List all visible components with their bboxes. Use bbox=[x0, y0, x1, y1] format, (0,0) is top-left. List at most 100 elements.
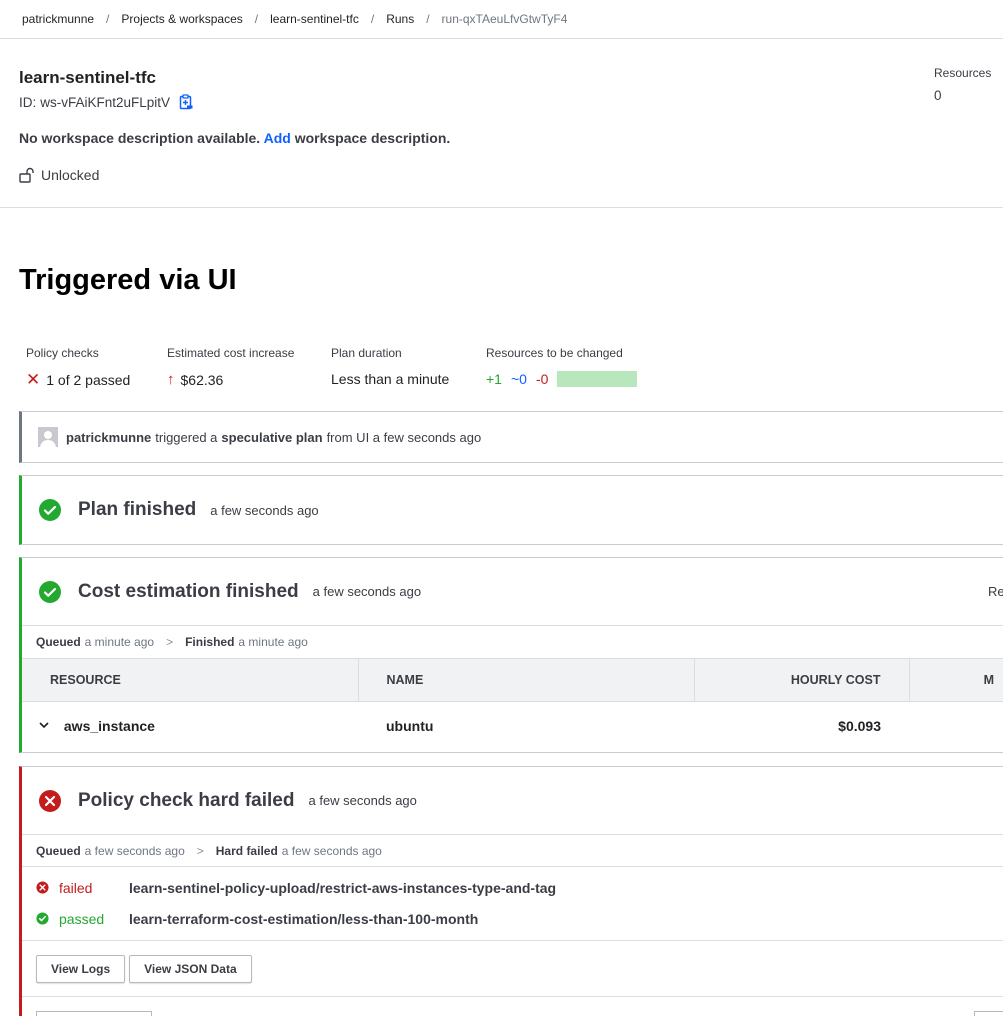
resources-changed-label: Resources to be changed bbox=[486, 346, 623, 360]
plan-time: a few seconds ago bbox=[210, 502, 319, 518]
policy-checks-value: 1 of 2 passed bbox=[46, 371, 131, 388]
resources-change-count: ~0 bbox=[510, 371, 527, 387]
cost-estimation-right-action[interactable]: Re bbox=[988, 584, 1003, 599]
breadcrumb-workspace[interactable]: learn-sentinel-tfc bbox=[270, 12, 359, 26]
clipboard-copy-icon[interactable] bbox=[178, 94, 194, 110]
workspace-description-text: No workspace description available. bbox=[19, 130, 261, 146]
chevron-down-icon[interactable] bbox=[38, 718, 50, 734]
column-header-hourly-cost: HOURLY COST bbox=[694, 658, 910, 702]
view-logs-button[interactable]: View Logs bbox=[36, 954, 126, 983]
policy-status-failed: failed bbox=[59, 879, 93, 896]
policy-check-title: Policy check hard failed bbox=[78, 789, 295, 811]
resources-add-count: +1 bbox=[486, 371, 502, 387]
breadcrumb-runs[interactable]: Runs bbox=[386, 12, 414, 26]
workspace-id: ID: ws-vFAiKFnt2uFLpitV bbox=[19, 94, 194, 110]
policy-name: learn-terraform-cost-estimation/less-tha… bbox=[129, 910, 479, 927]
queued-label: Queued bbox=[36, 635, 81, 649]
breadcrumb-separator: / bbox=[106, 12, 110, 26]
cost-table: RESOURCE NAME HOURLY COST M aws_instance… bbox=[22, 658, 1003, 750]
finished-label: Finished bbox=[185, 635, 235, 649]
policy-checks-label: Policy checks bbox=[26, 346, 99, 360]
duration-value: Less than a minute bbox=[331, 371, 450, 387]
x-circle-icon bbox=[39, 789, 61, 812]
chevron-right-icon: > bbox=[166, 635, 174, 649]
finished-time: a minute ago bbox=[238, 635, 308, 649]
policy-status-passed: passed bbox=[59, 910, 105, 927]
run-title: Triggered via UI bbox=[19, 264, 237, 296]
breadcrumb-current-run: run-qxTAeuLfvGtwTyF4 bbox=[441, 12, 568, 26]
column-header-monthly-cost: M bbox=[909, 658, 1003, 702]
breadcrumb-org[interactable]: patrickmunne bbox=[22, 12, 94, 26]
column-header-name: NAME bbox=[358, 658, 695, 702]
row-hourly-cost: $0.093 bbox=[838, 717, 881, 734]
cost-estimation-time: a few seconds ago bbox=[312, 584, 422, 599]
queued-time: a minute ago bbox=[84, 635, 155, 649]
avatar bbox=[38, 427, 58, 447]
right-button-partial[interactable] bbox=[974, 1011, 1003, 1016]
breadcrumb: patrickmunne / Projects & workspaces / l… bbox=[0, 0, 1003, 39]
queued-label: Queued bbox=[36, 843, 81, 858]
resources-value: 0 bbox=[934, 88, 942, 103]
check-circle-icon bbox=[39, 580, 61, 603]
resources-count: Resources 0 bbox=[934, 66, 991, 103]
trigger-user[interactable]: patrickmunne bbox=[66, 430, 151, 445]
cost-value: $62.36 bbox=[180, 371, 224, 388]
cost-estimation-title: Cost estimation finished bbox=[78, 580, 299, 602]
chevron-right-icon: > bbox=[196, 843, 204, 858]
cost-estimation-header[interactable]: Cost estimation finished a few seconds a… bbox=[22, 558, 1003, 625]
cost-summary: Estimated cost increase ↑ $62.36 bbox=[167, 346, 294, 388]
view-json-data-button[interactable]: View JSON Data bbox=[129, 954, 252, 983]
cost-label: Estimated cost increase bbox=[167, 346, 295, 360]
hard-failed-label: Hard failed bbox=[215, 843, 278, 858]
resources-change-bar bbox=[557, 371, 638, 387]
breadcrumb-projects[interactable]: Projects & workspaces bbox=[121, 12, 242, 26]
list-item[interactable]: passed learn-terraform-cost-estimation/l… bbox=[22, 903, 1003, 934]
unlock-icon bbox=[19, 167, 34, 183]
workspace-description-suffix: workspace description. bbox=[294, 130, 451, 146]
arrow-up-icon: ↑ bbox=[167, 371, 175, 388]
list-item[interactable]: failed learn-sentinel-policy-upload/rest… bbox=[22, 872, 1003, 903]
trigger-card: patrickmunne triggered a speculative pla… bbox=[19, 411, 1003, 463]
check-circle-icon bbox=[39, 499, 61, 521]
policy-check-header[interactable]: Policy check hard failed a few seconds a… bbox=[22, 767, 1003, 834]
policy-checks-summary: Policy checks ✕ 1 of 2 passed bbox=[26, 346, 130, 388]
plan-card[interactable]: Plan finished a few seconds ago bbox=[19, 475, 1003, 545]
breadcrumb-separator: / bbox=[426, 12, 430, 26]
workspace-id-value: ws-vFAiKFnt2uFLpitV bbox=[40, 94, 171, 110]
policy-check-card: Policy check hard failed a few seconds a… bbox=[19, 766, 1003, 1016]
policy-results-list: failed learn-sentinel-policy-upload/rest… bbox=[22, 867, 1003, 940]
x-icon: ✕ bbox=[26, 370, 41, 389]
queued-time: a few seconds ago bbox=[84, 843, 185, 858]
override-button-partial[interactable] bbox=[36, 1011, 152, 1016]
breadcrumb-separator: / bbox=[370, 12, 375, 26]
breadcrumb-separator: / bbox=[254, 12, 259, 26]
hard-failed-time: a few seconds ago bbox=[281, 843, 382, 858]
policy-check-timeline: Queued a few seconds ago > Hard failed a… bbox=[22, 834, 1003, 867]
row-name: ubuntu bbox=[386, 717, 434, 734]
trigger-source: from UI a few seconds ago bbox=[326, 429, 482, 445]
workspace-name: learn-sentinel-tfc bbox=[19, 68, 156, 87]
trigger-plan-type: speculative plan bbox=[221, 429, 323, 445]
policy-check-footer bbox=[22, 996, 1003, 1016]
workspace-description: No workspace description available. Add … bbox=[19, 130, 450, 146]
resources-destroy-count: -0 bbox=[535, 371, 549, 387]
duration-summary: Plan duration Less than a minute bbox=[331, 346, 449, 387]
check-circle-icon bbox=[36, 912, 49, 925]
resources-changed-summary: Resources to be changed +1 ~0 -0 bbox=[486, 346, 638, 387]
cost-estimation-card: Cost estimation finished a few seconds a… bbox=[19, 557, 1003, 753]
resources-label: Resources bbox=[934, 66, 992, 80]
duration-label: Plan duration bbox=[331, 346, 402, 360]
x-circle-icon bbox=[36, 881, 49, 894]
add-description-link[interactable]: Add bbox=[264, 130, 291, 146]
header-divider bbox=[0, 207, 1003, 208]
row-resource: aws_instance bbox=[63, 717, 155, 734]
column-header-resource: RESOURCE bbox=[22, 658, 359, 702]
plan-title: Plan finished bbox=[78, 499, 197, 520]
lock-status-label: Unlocked bbox=[41, 167, 100, 183]
lock-status[interactable]: Unlocked bbox=[19, 167, 99, 183]
policy-name: learn-sentinel-policy-upload/restrict-aw… bbox=[129, 879, 557, 896]
workspace-id-label: ID: bbox=[19, 94, 37, 110]
policy-actions: View Logs View JSON Data bbox=[22, 940, 1003, 996]
table-row[interactable]: aws_instance ubuntu $0.093 bbox=[22, 702, 1003, 750]
policy-check-time: a few seconds ago bbox=[308, 793, 417, 808]
